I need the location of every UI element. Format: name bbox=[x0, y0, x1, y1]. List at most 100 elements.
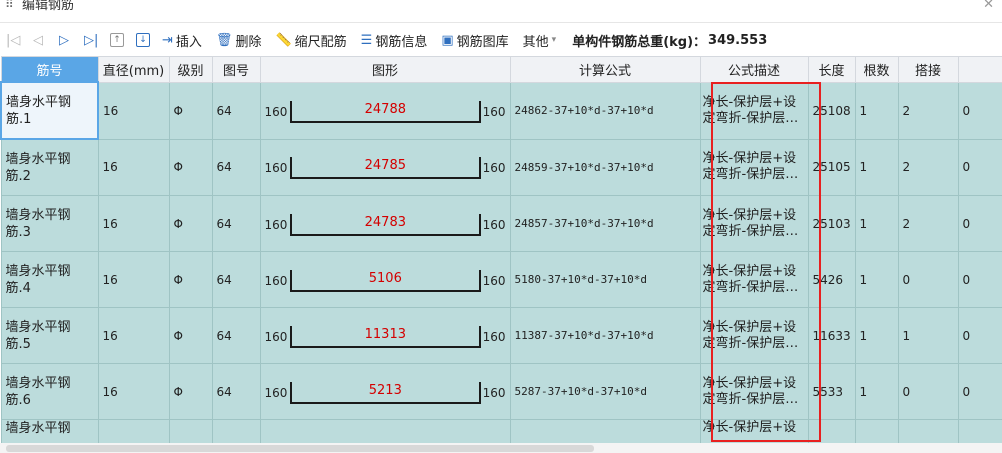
formula-cell[interactable]: 24862-37+10*d-37+10*d bbox=[509, 81, 701, 140]
bar-name-cell[interactable]: 墙身水平钢筋.3 bbox=[0, 195, 99, 252]
length-cell[interactable] bbox=[807, 419, 856, 443]
count-cell[interactable]: 1 bbox=[854, 195, 899, 252]
description-cell[interactable]: 净长-保护层+设定弯折-保护层… bbox=[699, 307, 809, 364]
last-record-icon[interactable]: ▷| bbox=[84, 33, 98, 48]
bar-name-cell[interactable]: 墙身水平钢筋.4 bbox=[0, 251, 99, 308]
lap-cell[interactable] bbox=[897, 419, 959, 443]
diameter-cell[interactable]: 16 bbox=[97, 195, 170, 252]
move-up-icon[interactable]: ↑ bbox=[110, 33, 124, 47]
length-cell[interactable]: 25105 bbox=[807, 138, 856, 196]
shape-cell[interactable]: 160 11313 160 bbox=[259, 307, 511, 364]
grade-cell[interactable]: Φ bbox=[168, 251, 213, 308]
lap-cell[interactable]: 2 bbox=[897, 195, 959, 252]
figure-no-cell[interactable]: 64 bbox=[211, 138, 261, 196]
table-row[interactable]: 墙身水平钢筋.4 16 Φ 64 160 5106 160 5180-37+10*d… bbox=[0, 251, 1002, 308]
count-cell[interactable]: 1 bbox=[854, 251, 899, 308]
extra-cell[interactable]: 0 bbox=[957, 251, 1002, 308]
grade-cell[interactable]: Φ bbox=[168, 363, 213, 420]
column-header-length[interactable]: 长度 bbox=[807, 56, 856, 83]
table-row[interactable]: 墙身水平钢筋.6 16 Φ 64 160 5213 160 5287-37+10*d… bbox=[0, 363, 1002, 420]
length-cell[interactable]: 25103 bbox=[807, 195, 856, 252]
extra-cell[interactable]: 0 bbox=[957, 363, 1002, 420]
shape-cell[interactable]: 160 5106 160 bbox=[259, 251, 511, 308]
table-row[interactable]: 墙身水平钢筋.5 16 Φ 64 160 11313 160 11387-37+10… bbox=[0, 307, 1002, 364]
grade-cell[interactable] bbox=[168, 419, 213, 443]
lap-cell[interactable]: 0 bbox=[897, 363, 959, 420]
length-cell[interactable]: 11633 bbox=[807, 307, 856, 364]
formula-cell[interactable] bbox=[509, 419, 701, 443]
column-header-count[interactable]: 根数 bbox=[854, 56, 899, 83]
bar-name-cell[interactable]: 墙身水平钢筋.1 bbox=[0, 81, 99, 140]
formula-cell[interactable]: 5180-37+10*d-37+10*d bbox=[509, 251, 701, 308]
column-header-lap[interactable]: 搭接 bbox=[897, 56, 959, 83]
description-cell[interactable]: 净长-保护层+设定弯折-保护层… bbox=[699, 251, 809, 308]
figure-no-cell[interactable]: 64 bbox=[211, 81, 261, 140]
grade-cell[interactable]: Φ bbox=[168, 81, 213, 140]
count-cell[interactable]: 1 bbox=[854, 363, 899, 420]
table-row[interactable]: 墙身水平钢 净长-保护层+设 bbox=[0, 419, 1002, 443]
horizontal-scrollbar[interactable] bbox=[0, 443, 1002, 453]
description-cell[interactable]: 净长-保护层+设定弯折-保护层… bbox=[699, 81, 809, 140]
extra-cell[interactable]: 0 bbox=[957, 195, 1002, 252]
shape-cell[interactable]: 160 5213 160 bbox=[259, 363, 511, 420]
table-row[interactable]: 墙身水平钢筋.1 16 Φ 64 160 24788 160 24862-37+10… bbox=[0, 81, 1002, 140]
first-record-icon[interactable]: |◁ bbox=[6, 33, 20, 48]
diameter-cell[interactable] bbox=[97, 419, 170, 443]
grade-cell[interactable]: Φ bbox=[168, 307, 213, 364]
length-cell[interactable]: 25108 bbox=[807, 81, 856, 140]
count-cell[interactable]: 1 bbox=[854, 81, 899, 140]
lap-cell[interactable]: 0 bbox=[897, 251, 959, 308]
count-cell[interactable]: 1 bbox=[854, 138, 899, 196]
extra-cell[interactable]: 0 bbox=[957, 307, 1002, 364]
bar-name-cell[interactable]: 墙身水平钢 bbox=[0, 419, 99, 443]
rebar-info-button[interactable]: ☰ 钢筋信息 bbox=[361, 31, 428, 50]
figure-no-cell[interactable]: 64 bbox=[211, 251, 261, 308]
description-cell[interactable]: 净长-保护层+设定弯折-保护层… bbox=[699, 138, 809, 196]
figure-no-cell[interactable]: 64 bbox=[211, 363, 261, 420]
table-row[interactable]: 墙身水平钢筋.2 16 Φ 64 160 24785 160 24859-37+10… bbox=[0, 138, 1002, 196]
length-cell[interactable]: 5533 bbox=[807, 363, 856, 420]
previous-record-icon[interactable]: ◁ bbox=[32, 33, 44, 48]
description-cell[interactable]: 净长-保护层+设 bbox=[699, 419, 809, 443]
grade-cell[interactable]: Φ bbox=[168, 138, 213, 196]
lap-cell[interactable]: 2 bbox=[897, 138, 959, 196]
scale-rebar-button[interactable]: 📏 缩尺配筋 bbox=[275, 31, 346, 50]
formula-cell[interactable]: 11387-37+10*d-37+10*d bbox=[509, 307, 701, 364]
delete-button[interactable]: 🗑 删除 bbox=[216, 31, 262, 50]
scrollbar-thumb[interactable] bbox=[6, 445, 594, 452]
formula-cell[interactable]: 5287-37+10*d-37+10*d bbox=[509, 363, 701, 420]
shape-cell[interactable]: 160 24785 160 bbox=[259, 138, 511, 196]
move-down-icon[interactable]: ↓ bbox=[136, 33, 150, 47]
extra-cell[interactable]: 0 bbox=[957, 138, 1002, 196]
shape-cell[interactable] bbox=[259, 419, 511, 443]
figure-no-cell[interactable] bbox=[211, 419, 261, 443]
rebar-library-button[interactable]: ▣ 钢筋图库 bbox=[441, 31, 508, 50]
count-cell[interactable]: 1 bbox=[854, 307, 899, 364]
figure-no-cell[interactable]: 64 bbox=[211, 307, 261, 364]
column-header-description[interactable]: 公式描述 bbox=[699, 56, 809, 83]
diameter-cell[interactable]: 16 bbox=[97, 81, 170, 140]
extra-cell[interactable]: 0 bbox=[957, 81, 1002, 140]
lap-cell[interactable]: 2 bbox=[897, 81, 959, 140]
column-header-diameter[interactable]: 直径(mm) bbox=[97, 56, 170, 83]
length-cell[interactable]: 5426 bbox=[807, 251, 856, 308]
column-header-figure-no[interactable]: 图号 bbox=[211, 56, 261, 83]
lap-cell[interactable]: 1 bbox=[897, 307, 959, 364]
shape-cell[interactable]: 160 24788 160 bbox=[259, 81, 511, 140]
shape-cell[interactable]: 160 24783 160 bbox=[259, 195, 511, 252]
column-header-shape[interactable]: 图形 bbox=[259, 56, 511, 83]
column-header-bar-no[interactable]: 筋号 bbox=[0, 56, 99, 83]
extra-cell[interactable] bbox=[957, 419, 1002, 443]
insert-button[interactable]: ⇥ 插入 bbox=[162, 31, 202, 50]
bar-name-cell[interactable]: 墙身水平钢筋.6 bbox=[0, 363, 99, 420]
bar-name-cell[interactable]: 墙身水平钢筋.2 bbox=[0, 138, 99, 196]
other-dropdown[interactable]: 其他 ▾ bbox=[523, 31, 557, 50]
formula-cell[interactable]: 24857-37+10*d-37+10*d bbox=[509, 195, 701, 252]
column-header-grade[interactable]: 级别 bbox=[168, 56, 213, 83]
description-cell[interactable]: 净长-保护层+设定弯折-保护层… bbox=[699, 363, 809, 420]
diameter-cell[interactable]: 16 bbox=[97, 138, 170, 196]
table-row[interactable]: 墙身水平钢筋.3 16 Φ 64 160 24783 160 24857-37+10… bbox=[0, 195, 1002, 252]
bar-name-cell[interactable]: 墙身水平钢筋.5 bbox=[0, 307, 99, 364]
formula-cell[interactable]: 24859-37+10*d-37+10*d bbox=[509, 138, 701, 196]
description-cell[interactable]: 净长-保护层+设定弯折-保护层… bbox=[699, 195, 809, 252]
